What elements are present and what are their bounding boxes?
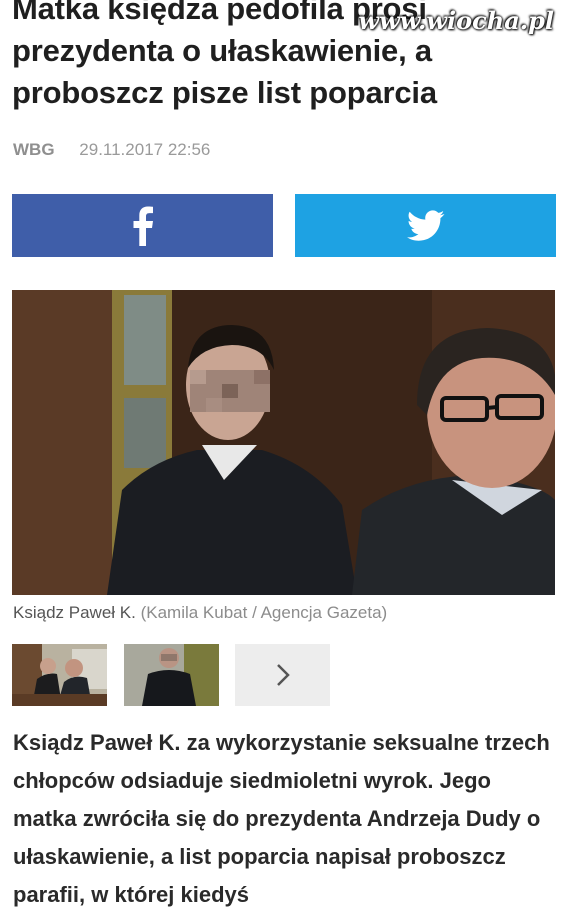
thumbnail-image	[124, 644, 219, 706]
courtroom-photo	[12, 290, 555, 595]
facebook-share-button[interactable]	[12, 194, 273, 257]
photo-caption-text: Ksiądz Paweł K.	[13, 603, 136, 622]
article-meta: WBG 29.11.2017 22:56	[13, 140, 210, 160]
twitter-share-button[interactable]	[295, 194, 556, 257]
facebook-icon	[133, 206, 153, 246]
article-datetime: 29.11.2017 22:56	[79, 140, 211, 159]
site-watermark: www.wiocha.pl	[358, 6, 554, 35]
article-photo[interactable]	[12, 290, 555, 595]
twitter-icon	[406, 209, 444, 241]
gallery-next-button[interactable]	[235, 644, 330, 706]
gallery-thumbnail[interactable]	[12, 644, 107, 706]
thumbnail-image	[12, 644, 107, 706]
article-lead: Ksiądz Paweł K. za wykorzystanie seksual…	[13, 730, 550, 907]
chevron-right-icon	[276, 664, 290, 686]
article-author: WBG	[13, 140, 55, 159]
photo-credit: (Kamila Kubat / Agencja Gazeta)	[140, 603, 388, 622]
gallery-thumbnail[interactable]	[124, 644, 219, 706]
photo-caption: Ksiądz Paweł K. (Kamila Kubat / Agencja …	[13, 603, 387, 623]
